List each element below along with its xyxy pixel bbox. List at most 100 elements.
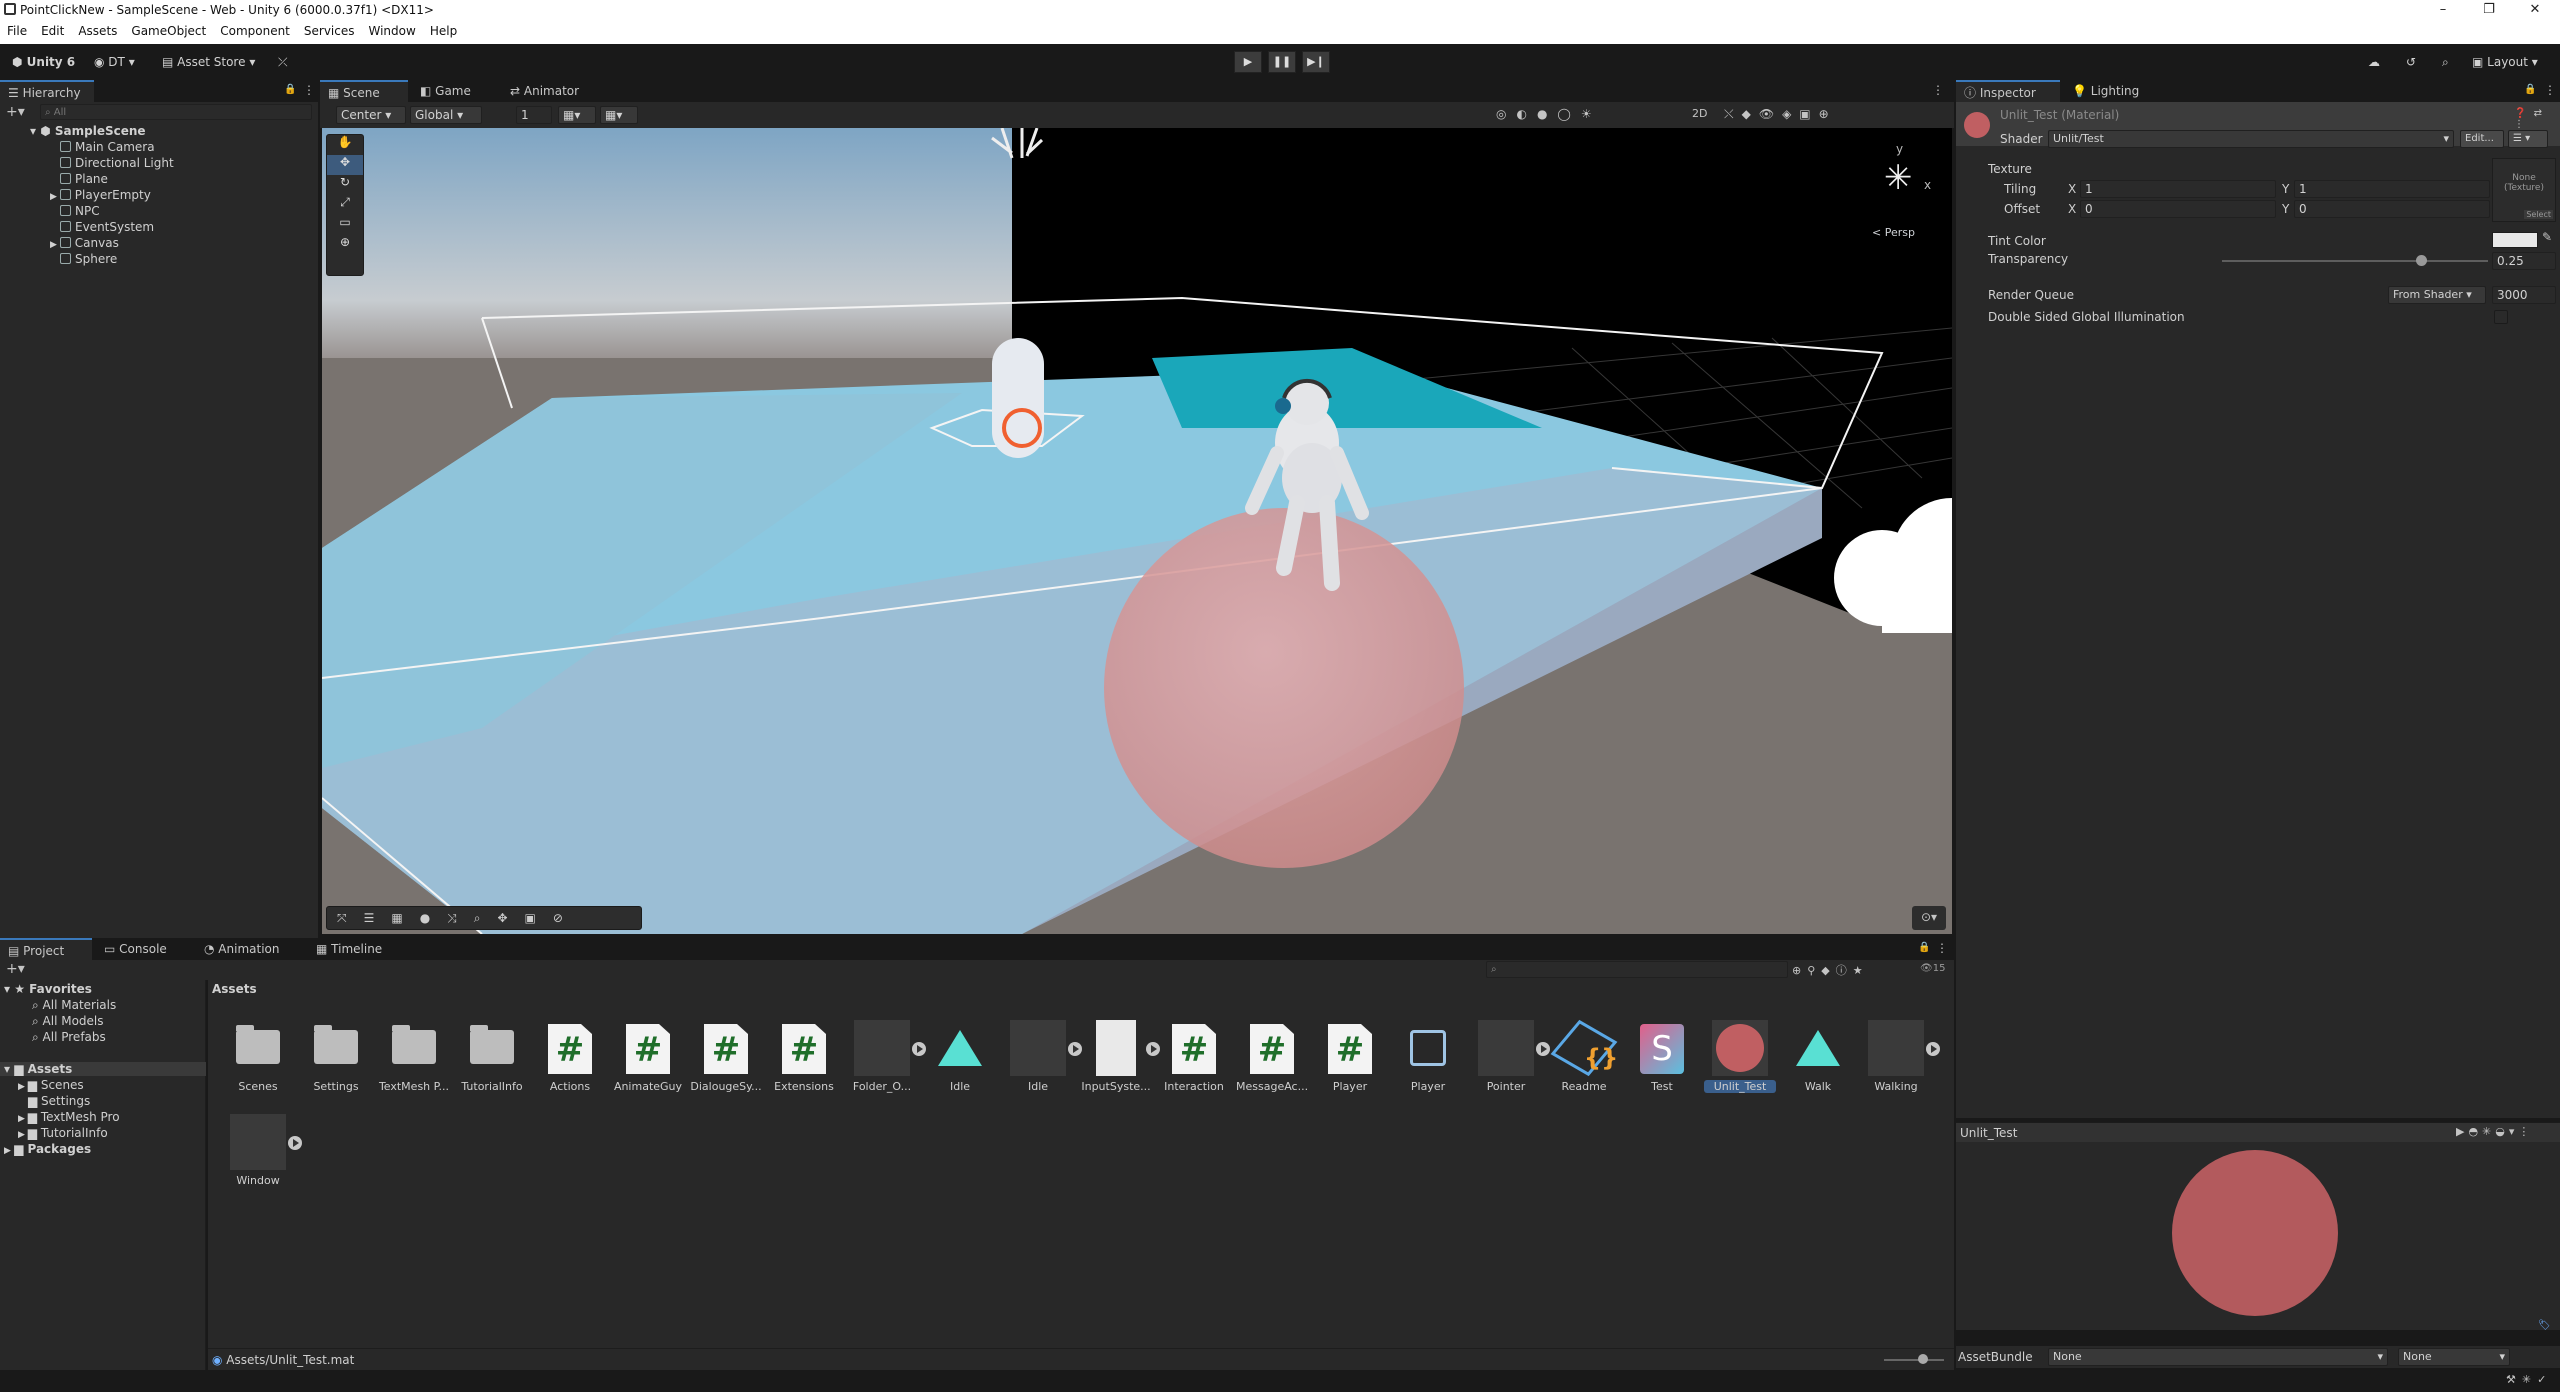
lock-icon[interactable]: 🔒 [284,84,296,95]
asset-script-animateguy[interactable]: # AnimateGuy [612,1020,684,1093]
hierarchy-search-input[interactable]: ⌕ All [40,104,312,120]
maximize-icon[interactable]: ❐ [2466,0,2512,20]
tab-inspector[interactable]: ⓘ Inspector [1956,80,2060,102]
kebab-menu-icon[interactable]: ⋮ [1932,83,1944,97]
packages-node[interactable]: ▶ ▆ Packages [4,1142,91,1156]
space-dropdown[interactable]: Global ▾ [410,106,482,124]
tab-project[interactable]: ▤ Project [0,938,92,960]
expand-arrow-icon[interactable]: ▾ [30,124,36,138]
asset-model-window[interactable]: Window [222,1114,302,1187]
increment-snap-dropdown[interactable]: ▦▾ [600,106,638,124]
assets-node[interactable]: ▾ ▆ Assets [0,1062,206,1076]
scale-tool-icon[interactable]: ⤢ [327,195,363,215]
favorites-node[interactable]: ▾ ★ Favorites [4,982,92,996]
play-button[interactable]: ▶ [1234,51,1262,73]
render-queue-dropdown[interactable]: From Shader ▾ [2388,286,2486,304]
scene-viewport[interactable]: ✋ ✥ ↻ ⤢ ▭ ⊕ y ✳ x < Persp ⤧☰▦●⤨⌕✥▣⊘ ⊙▾ [322,128,1952,934]
kebab-menu-icon[interactable]: ⋮ [2544,83,2556,97]
expand-arrow-icon[interactable]: ▾ [4,1062,10,1076]
tiling-y-input[interactable]: 1 [2294,180,2490,198]
shader-edit-button[interactable]: Edit... [2460,130,2504,148]
transparency-slider-knob[interactable] [2416,255,2428,266]
persp-label[interactable]: < Persp [1872,226,1915,239]
texture-select-button[interactable]: Select [2524,210,2553,219]
material-preview[interactable]: 🏷 [1956,1142,2560,1331]
lock-icon[interactable]: 🔒 [2524,84,2536,95]
asset-folder-scenes[interactable]: Scenes [222,1020,294,1093]
asset-store-dropdown[interactable]: ▤ Asset Store ▾ [156,51,261,73]
hierarchy-item-canvas[interactable]: ▶ Canvas [50,236,119,250]
menu-help[interactable]: Help [423,20,464,38]
shader-menu-button[interactable]: ☰ ▾ [2508,130,2548,148]
asset-model-idle[interactable]: Idle [1002,1020,1082,1093]
favorite-all-materials[interactable]: ⌕ All Materials [32,998,116,1013]
expand-arrow-icon[interactable]: ▾ [4,982,10,996]
asset-script-interaction[interactable]: # Interaction [1158,1020,1230,1093]
rotate-tool-icon[interactable]: ↻ [327,175,363,195]
tint-color-field[interactable] [2492,232,2538,248]
asset-anim-walk[interactable]: Walk [1782,1020,1854,1093]
preview-controls[interactable]: ▶◓✳◒▾⋮ [2456,1125,2533,1138]
tree-folder-tutorialinfo[interactable]: ▶ ▆ TutorialInfo [18,1126,108,1140]
hand-tool-icon[interactable]: ✋ [327,135,363,155]
asset-folder-settings[interactable]: Settings [300,1020,372,1093]
rect-tool-icon[interactable]: ▭ [327,215,363,235]
menu-component[interactable]: Component [213,20,297,38]
menu-window[interactable]: Window [362,20,423,38]
favorite-all-models[interactable]: ⌕ All Models [32,1014,104,1029]
asset-script-actions[interactable]: # Actions [534,1020,606,1093]
collapsed-arrow-icon[interactable]: ▶ [50,192,60,202]
asset-input-inputsyste[interactable]: InputSyste... [1080,1020,1160,1093]
close-icon[interactable]: ✕ [2512,0,2558,20]
move-tool-icon[interactable]: ✥ [327,155,363,175]
project-search-input[interactable]: ⌕ [1486,961,1788,978]
pivot-dropdown[interactable]: Center ▾ [336,106,406,124]
menu-edit[interactable]: Edit [34,20,71,38]
create-asset-button[interactable]: +▾ [6,961,25,977]
asset-script-messageac[interactable]: # MessageAc... [1236,1020,1308,1093]
transform-tool-icon[interactable]: ⊕ [327,235,363,255]
asset-folder-textmesh-p[interactable]: TextMesh P... [378,1020,450,1093]
tab-animation[interactable]: ◔ Animation [196,938,287,960]
project-filter-icons[interactable]: ⊕⚲◆ⓘ★ [1792,962,1869,978]
icon-size-slider[interactable] [1884,1354,1944,1364]
asset-script-extensions[interactable]: # Extensions [768,1020,840,1093]
hierarchy-item-main-camera[interactable]: Main Camera [60,140,155,154]
search-icon[interactable]: ⌕ [2436,51,2455,73]
tab-lighting[interactable]: 💡 Lighting [2064,80,2147,102]
eyedropper-icon[interactable]: ✎ [2542,230,2552,244]
tree-folder-textmesh[interactable]: ▶ ▆ TextMesh Pro [18,1110,120,1124]
user-dropdown[interactable]: ◉ DT ▾ [88,51,141,73]
minimize-icon[interactable]: – [2420,0,2466,20]
menu-services[interactable]: Services [297,20,362,38]
hierarchy-item-plane[interactable]: Plane [60,172,108,186]
tab-hierarchy[interactable]: ☰ Hierarchy [0,80,94,102]
tab-timeline[interactable]: ▦ Timeline [308,938,390,960]
hierarchy-item-eventsystem[interactable]: EventSystem [60,220,154,234]
asset-model-pointer[interactable]: Pointer [1470,1020,1550,1093]
hierarchy-item-playerempty[interactable]: ▶ PlayerEmpty [50,188,151,202]
project-breadcrumb[interactable]: Assets [212,982,257,996]
render-queue-input[interactable]: 3000 [2492,286,2556,304]
layout-dropdown[interactable]: ▣ Layout ▾ [2466,51,2544,73]
hierarchy-item-sphere[interactable]: Sphere [60,252,117,266]
offset-y-input[interactable]: 0 [2294,200,2490,218]
step-button[interactable]: ▶❙ [1302,51,1330,73]
hierarchy-item-npc[interactable]: NPC [60,204,100,218]
shader-dropdown[interactable]: Unlit/Test ▾ [2048,130,2454,148]
tree-folder-settings[interactable]: ▆ Settings [28,1094,90,1108]
tab-game[interactable]: ◧ Game [412,80,479,102]
asset-model-walking[interactable]: Walking [1860,1020,1940,1093]
asset-material-unlit-test[interactable]: Unlit_Test [1704,1020,1776,1093]
assetbundle-variant-dropdown[interactable]: None ▾ [2398,1348,2510,1366]
tab-console[interactable]: ▭ Console [96,938,175,960]
orientation-gizmo[interactable]: y ✳ x < Persp [1862,142,1942,252]
menu-file[interactable]: File [0,20,34,38]
asset-prefab-player[interactable]: Player [1392,1020,1464,1093]
menu-assets[interactable]: Assets [71,20,124,38]
pause-button[interactable]: ❚❚ [1268,51,1296,73]
icon-size-knob[interactable] [1918,1354,1928,1364]
texture-slot[interactable]: None (Texture) Select [2492,158,2556,222]
scene-overlay-icons[interactable]: ⤬◆👁◈▣⊕ [1724,107,1837,122]
toggle-2d-button[interactable]: 2D [1692,107,1707,120]
